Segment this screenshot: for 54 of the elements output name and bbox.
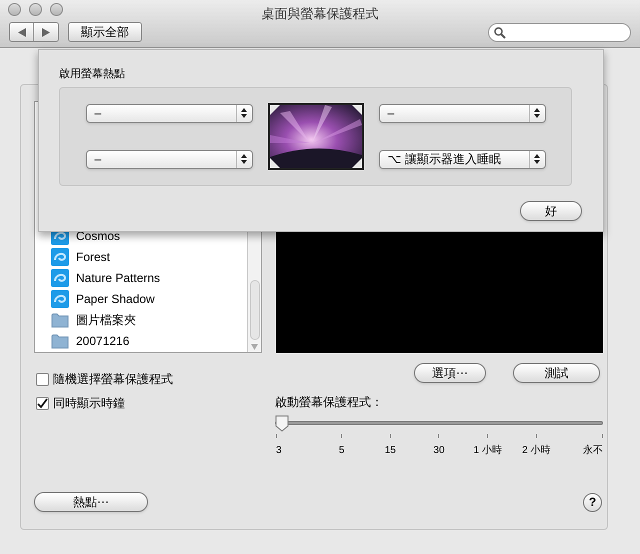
corner-action-dropdown[interactable]: ⌥ 讓顯示器進入睡眠 [378,150,546,168]
slider-track[interactable] [275,415,603,432]
corner-marker-icon [270,104,280,114]
window-title: 桌面與螢幕保護程式 [262,6,378,21]
hot-corners-button[interactable]: 熱點⋯ [34,492,148,512]
tick-label: 1 小時 [473,444,502,458]
tick-label: 5 [338,444,344,458]
tick-label: 3 [276,444,282,458]
tick-label: 30 [433,444,445,458]
search-field[interactable] [488,23,631,42]
slider-label: 啟動螢幕保護程式： [275,394,384,411]
window-control-button[interactable] [50,3,63,16]
slider-thumb[interactable] [275,415,289,432]
corner-marker-icon [270,158,280,168]
up-down-arrows-icon [534,154,540,164]
scrollbar-thumb[interactable] [250,280,260,340]
options-button[interactable]: 選項⋯ [414,363,486,383]
ok-button[interactable]: 好 [520,200,582,220]
folder-icon [51,312,69,328]
tick-label: 永不 [582,444,603,458]
list-item[interactable]: Paper Shadow [76,290,155,308]
corner-action-dropdown[interactable]: – [86,104,252,122]
checkbox-label: 隨機選擇螢幕保護程式 [53,371,173,388]
checkbox[interactable] [36,396,49,410]
corner-marker-icon [352,158,362,168]
corner-action-dropdown[interactable]: – [86,150,252,168]
up-down-arrows-icon [534,108,540,118]
list-item[interactable]: 圖片檔案夾 [76,310,136,328]
corner-marker-icon [352,104,362,114]
up-down-arrows-icon [241,154,247,164]
list-item[interactable]: 20071216 [76,332,130,350]
window-control-button[interactable] [8,3,21,16]
tick-label: 15 [384,444,396,458]
list-item[interactable]: Nature Patterns [76,268,160,286]
tick-label: 2 小時 [522,444,550,458]
down-arrow-icon [251,344,258,350]
swirl-icon [51,290,69,308]
sheet-title: 啟用螢幕熱點 [59,66,126,82]
swirl-icon [51,248,69,266]
window-control-button[interactable] [29,3,42,16]
left-arrow-icon [18,28,26,36]
folder-icon [51,332,69,348]
right-arrow-icon [42,28,50,36]
list-item[interactable]: Forest [76,248,110,266]
checkbox-label: 同時顯示時鐘 [53,395,125,412]
search-icon [494,26,506,38]
help-button[interactable]: ? [583,492,602,512]
corner-action-dropdown[interactable]: – [378,104,546,122]
up-down-arrows-icon [241,108,247,118]
swirl-icon [51,268,69,286]
checkbox[interactable] [36,372,49,386]
show-all-button[interactable]: 顯示全部 [68,22,142,42]
checkmark-icon [37,398,48,408]
test-button[interactable]: 測試 [513,363,600,383]
